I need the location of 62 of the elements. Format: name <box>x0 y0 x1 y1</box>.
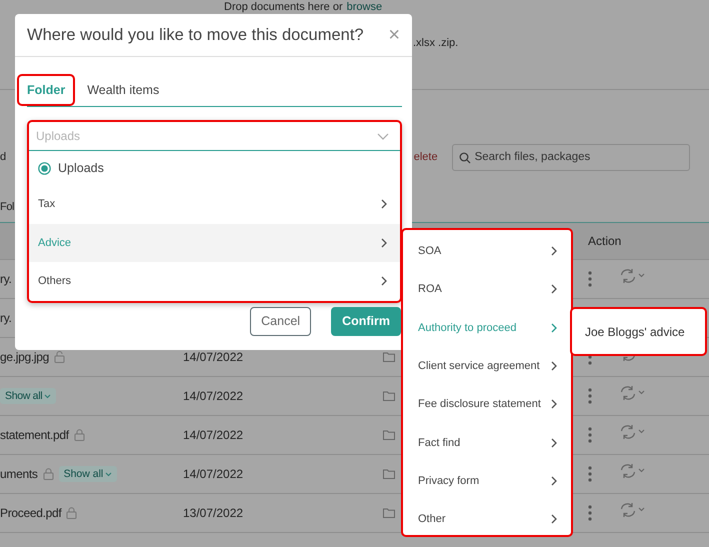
cancel-button[interactable]: Cancel <box>250 306 312 336</box>
chevron-right-icon <box>381 199 387 210</box>
sync-icon[interactable] <box>619 268 647 284</box>
file-name: Proceed.pdf <box>0 506 62 520</box>
folder-option[interactable]: Tax <box>29 185 400 224</box>
radio-button[interactable] <box>38 162 51 174</box>
chevron-right-icon <box>551 246 557 256</box>
search-icon <box>458 152 471 164</box>
toolbar-text: d <box>0 151 6 163</box>
more-options-icon[interactable] <box>588 388 592 404</box>
sync-icon[interactable] <box>619 424 647 440</box>
tab[interactable]: Wealth items <box>87 74 160 106</box>
chevron-down-icon <box>105 472 112 476</box>
folder-option[interactable]: Uploads <box>29 151 400 185</box>
folder-option[interactable]: Others <box>29 262 400 300</box>
chevron-right-icon <box>551 284 557 294</box>
tab[interactable]: Fol <box>0 201 14 213</box>
submenu-item[interactable]: Privacy form <box>403 462 571 500</box>
date-cell-text: 14/07/2022 <box>183 350 244 364</box>
sync-icon[interactable] <box>619 385 647 401</box>
file-name: statement.pdf <box>0 428 69 442</box>
submenu-item[interactable]: SOA <box>403 232 571 270</box>
file-formats-text: .xlsx .zip. <box>413 37 458 49</box>
drop-text: Drop documents here or <box>224 1 343 13</box>
date-cell-text: 14/07/2022 <box>183 389 244 403</box>
chevron-right-icon <box>551 438 557 448</box>
chevron-right-icon <box>551 514 557 524</box>
date-cell-text: 13/07/2022 <box>183 506 244 520</box>
sync-icon[interactable] <box>619 502 647 518</box>
chevron-right-icon <box>551 361 557 372</box>
more-options-icon[interactable] <box>588 505 592 521</box>
date-cell-text: 14/07/2022 <box>183 467 244 481</box>
chevron-right-icon <box>381 238 387 248</box>
chevron-down-icon <box>44 394 52 398</box>
show-all-chip[interactable]: Show all <box>0 388 56 404</box>
submenu-item[interactable]: Joe Bloggs' advice <box>572 324 685 338</box>
submenu-item[interactable]: Other <box>403 500 571 538</box>
submenu-item[interactable]: ROA <box>403 270 571 309</box>
submenu-item[interactable]: Client service agreement <box>403 346 571 386</box>
date-cell-text: 14/07/2022 <box>183 428 244 442</box>
chevron-right-icon <box>381 276 387 286</box>
select-placeholder: Uploads <box>36 129 80 143</box>
chevron-down-icon <box>377 132 389 140</box>
search-field[interactable]: Search files, packages <box>452 144 690 170</box>
file-name: ry. <box>0 272 12 286</box>
file-name: uments <box>0 467 38 481</box>
dialog-title: Where would you like to move this document? <box>27 26 364 44</box>
file-name: ry. <box>0 311 12 325</box>
submenu-item[interactable]: Fact find <box>403 423 571 462</box>
column-header: Action <box>588 234 622 248</box>
file-name: ge.jpg.jpg <box>0 350 50 364</box>
more-options-icon[interactable] <box>588 271 592 287</box>
submenu-item[interactable]: Fee disclosure statement <box>403 385 571 424</box>
show-all-chip[interactable]: Show all <box>58 466 118 482</box>
chevron-right-icon <box>551 399 557 410</box>
sync-icon[interactable] <box>619 463 647 479</box>
more-options-icon[interactable] <box>588 427 592 443</box>
delete-link[interactable]: elete <box>414 151 438 163</box>
more-options-icon[interactable] <box>588 466 592 482</box>
chevron-right-icon <box>551 322 557 333</box>
browse-link[interactable]: browse <box>346 1 382 13</box>
chevron-right-icon <box>551 476 557 486</box>
